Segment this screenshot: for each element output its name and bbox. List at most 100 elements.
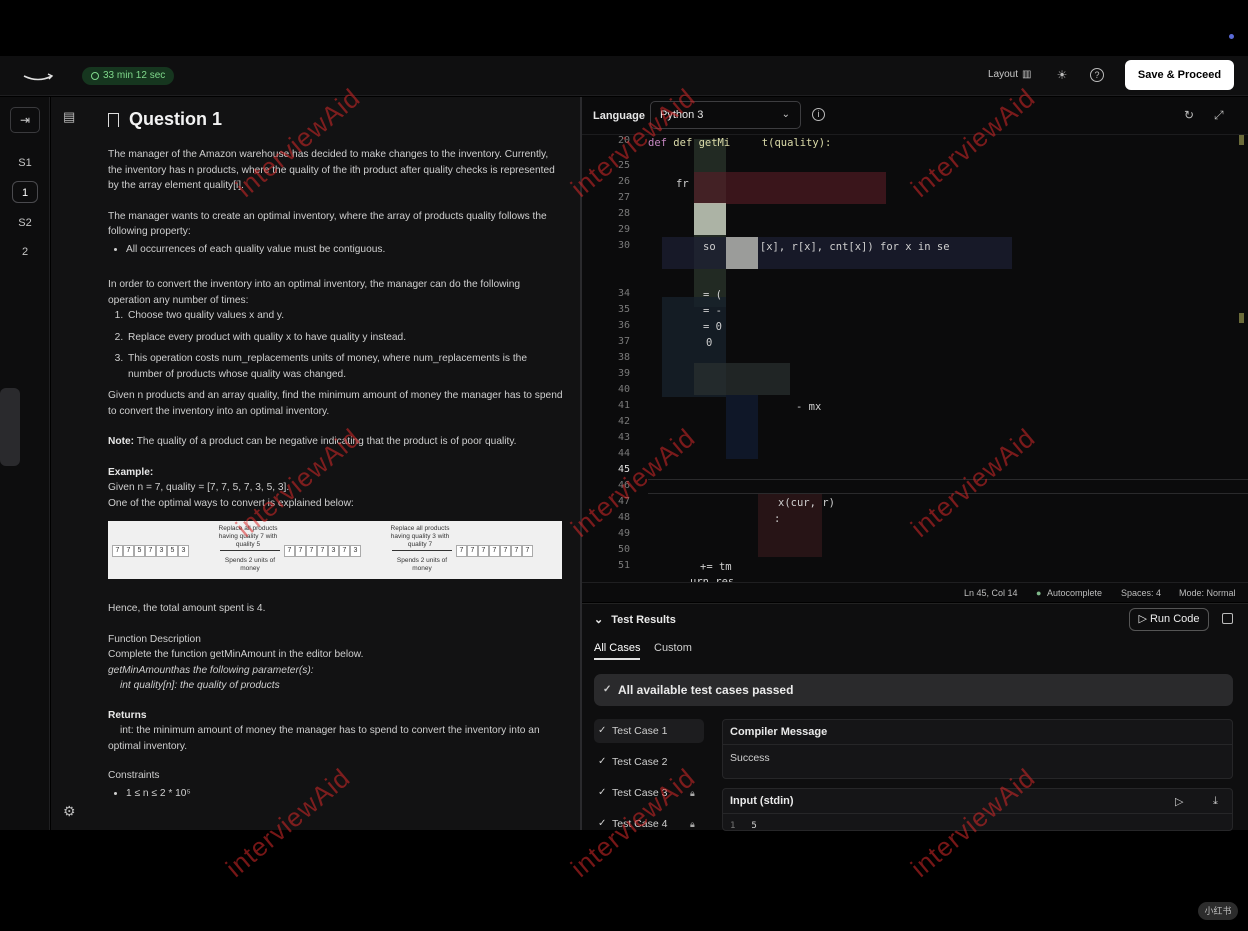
- rail-item-s1[interactable]: S1: [12, 152, 38, 174]
- left-drag-handle[interactable]: [0, 388, 20, 466]
- line-number: 25: [617, 160, 630, 171]
- settings-icon[interactable]: ⚙: [63, 803, 76, 820]
- compiler-message-title: Compiler Message: [723, 720, 1232, 745]
- returns-label: Returns: [108, 709, 147, 721]
- run-code-button[interactable]: ▷ Run Code: [1129, 608, 1209, 631]
- current-line-highlight: [648, 479, 1248, 494]
- panel-toggle-icon[interactable]: [1222, 613, 1233, 624]
- diagram-cell: 7: [306, 545, 317, 557]
- note-paragraph: Note: The quality of a product can be ne…: [108, 434, 563, 450]
- diagram-cell: 7: [489, 545, 500, 557]
- property-item: All occurrences of each quality value mu…: [126, 242, 563, 258]
- constraints-label: Constraints: [108, 770, 160, 781]
- play-icon[interactable]: ▷: [1175, 795, 1183, 808]
- language-select[interactable]: Python 3 ⌄: [650, 101, 801, 129]
- timer-text: 33 min 12 sec: [103, 70, 166, 81]
- diagram-cell: 3: [156, 545, 167, 557]
- info-icon[interactable]: i: [812, 108, 825, 121]
- indent-setting[interactable]: Spaces: 4: [1121, 588, 1161, 598]
- lock-icon: 🔒︎: [690, 788, 695, 798]
- diagram-cell: 3: [328, 545, 339, 557]
- test-case-2[interactable]: ✓ Test Case 2: [594, 750, 704, 774]
- rail-item-1[interactable]: 1: [12, 181, 38, 203]
- status-dot: [1229, 34, 1234, 39]
- diagram-cell: 7: [456, 545, 467, 557]
- layout-button[interactable]: Layout ▥: [988, 69, 1031, 80]
- question-body: The manager of the Amazon warehouse has …: [108, 147, 563, 816]
- example-label: Example:: [108, 466, 154, 478]
- clock-icon: [91, 72, 99, 80]
- test-case-4[interactable]: ✓ Test Case 4 🔒︎: [594, 812, 704, 836]
- tab-custom[interactable]: Custom: [654, 642, 692, 654]
- code-line: += tm: [700, 561, 732, 573]
- diagram-cell: 7: [123, 545, 134, 557]
- stdin-title: Input (stdin): [723, 789, 1232, 814]
- line-number: 45: [617, 464, 630, 475]
- corner-badge: 小红书: [1198, 902, 1238, 920]
- line-number: 36: [617, 320, 630, 331]
- line-number: 39: [617, 368, 630, 379]
- bookmark-icon[interactable]: [108, 112, 119, 127]
- diagram-cell: 7: [511, 545, 522, 557]
- timer-badge: 33 min 12 sec: [82, 67, 175, 85]
- example-section: Example: Given n = 7, quality = [7, 7, 5…: [108, 465, 563, 512]
- check-icon: ✓: [603, 684, 612, 695]
- expand-icon[interactable]: ⤢: [1214, 108, 1224, 123]
- document-icon[interactable]: ▤: [63, 109, 75, 125]
- history-icon[interactable]: ↻: [1184, 108, 1194, 122]
- download-icon[interactable]: ⤓: [1213, 795, 1218, 808]
- layout-icon: ▥: [1022, 69, 1032, 80]
- line-number: 40: [617, 384, 630, 395]
- amazon-logo-icon: [23, 73, 54, 81]
- rail-item-s2[interactable]: S2: [12, 212, 38, 234]
- constraints-section: Constraints 1 ≤ n ≤ 2 * 10⁵: [108, 768, 563, 801]
- autocomplete-toggle[interactable]: Autocomplete: [1047, 588, 1102, 598]
- fd-line-2: getMinAmounthas the following parameter(…: [108, 664, 314, 676]
- fd-param: int quality[n]: the quality of products: [120, 680, 280, 691]
- rail-item-2[interactable]: 2: [12, 241, 38, 263]
- code-line: def def getMi t(quality):: [648, 137, 832, 149]
- language-label: Language: [593, 110, 645, 122]
- line-number: 42: [617, 416, 630, 427]
- diagram-cell: 7: [478, 545, 489, 557]
- diagram-caption-1: Replace all products having quality 7 wi…: [218, 525, 278, 548]
- line-number: 41: [617, 400, 630, 411]
- code-editor[interactable]: Language Python 3 ⌄ i ↻ ⤢ 20 25 26 27 28 29 30…: [582, 97, 1248, 602]
- cursor-position: Ln 45, Col 14: [964, 588, 1018, 598]
- question-title: Question 1: [108, 109, 222, 130]
- constraint-item: 1 ≤ n ≤ 2 * 10⁵: [126, 786, 563, 802]
- line-number: 43: [617, 432, 630, 443]
- stdin-box: Input (stdin) ▷ ⤓ 15: [722, 788, 1233, 831]
- redaction-block: [726, 395, 758, 459]
- problem-paragraph-4: Given n products and an array quality, f…: [108, 390, 563, 417]
- test-results-header[interactable]: ⌄ Test Results: [594, 613, 676, 627]
- save-proceed-button[interactable]: Save & Proceed: [1125, 60, 1234, 90]
- line-number: 37: [617, 336, 630, 347]
- line-number: 47: [617, 496, 630, 507]
- help-icon[interactable]: ?: [1090, 68, 1104, 82]
- fd-line-1: Complete the function getMinAmount in th…: [108, 649, 364, 660]
- editor-status-bar: Ln 45, Col 14 ● Autocomplete Spaces: 4 M…: [582, 582, 1248, 602]
- code-line: 0: [706, 337, 713, 349]
- tab-all-cases[interactable]: All Cases: [594, 642, 641, 660]
- line-number: 35: [617, 304, 630, 315]
- test-case-1[interactable]: ✓ Test Case 1: [594, 719, 704, 743]
- line-number: 34: [617, 288, 630, 299]
- check-icon: ✓: [598, 725, 607, 736]
- chevron-down-icon: ⌄: [781, 109, 790, 120]
- test-case-3[interactable]: ✓ Test Case 3 🔒︎: [594, 781, 704, 805]
- problem-paragraph-1: The manager of the Amazon warehouse has …: [108, 149, 555, 191]
- chevron-down-icon: ⌄: [594, 614, 604, 626]
- step-item: Choose two quality values x and y.: [126, 308, 563, 324]
- line-number: 50: [617, 544, 630, 555]
- fd-label: Function Description: [108, 633, 201, 645]
- diagram-arrow: [220, 550, 280, 551]
- theme-toggle-icon[interactable]: ☀: [1055, 68, 1069, 82]
- editor-mode[interactable]: Mode: Normal: [1179, 588, 1236, 598]
- diagram-arrow: [392, 550, 452, 551]
- compiler-message-box: Compiler Message Success: [722, 719, 1233, 779]
- diagram-row-step1: 7777373: [284, 545, 361, 557]
- collapse-panel-icon[interactable]: ⇥: [10, 107, 40, 133]
- diagram-cost-1: Spends 2 units of money: [224, 557, 276, 572]
- line-number: 46: [617, 480, 630, 491]
